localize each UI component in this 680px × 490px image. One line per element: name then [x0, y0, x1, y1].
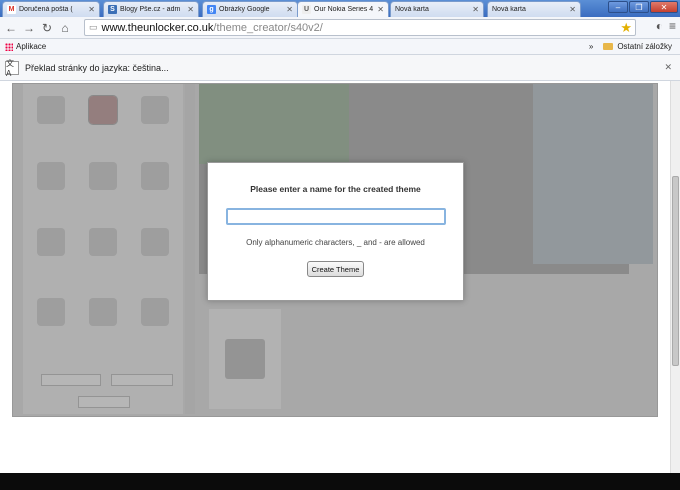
address-bar[interactable]: ▭ www.theunlocker.co.uk/theme_creator/s4…: [84, 19, 636, 36]
close-window-icon[interactable]: ✕: [650, 1, 678, 13]
scrollbar-thumb[interactable]: [672, 176, 679, 366]
reload-icon[interactable]: ↻: [38, 21, 56, 35]
tab-google-images[interactable]: g Obrázky Google ✕: [202, 1, 298, 17]
tab-close-icon[interactable]: ✕: [286, 5, 293, 14]
bookmarks-bar: Aplikace » Ostatní záložky: [0, 39, 680, 55]
theme-name-dialog: Please enter a name for the created them…: [207, 162, 464, 301]
apps-link[interactable]: Aplikace: [16, 42, 46, 51]
tab-label: Our Nokia Series 4: [314, 6, 374, 13]
more-bookmarks-chevron[interactable]: »: [589, 42, 593, 51]
tab-new-2[interactable]: Nová karta ✕: [487, 1, 581, 17]
taskbar: [0, 473, 680, 490]
tab-close-icon[interactable]: ✕: [472, 5, 479, 14]
folder-icon: [603, 43, 614, 50]
tab-close-icon[interactable]: ✕: [88, 5, 95, 14]
apps-icon: [5, 42, 13, 51]
blog-icon: S: [108, 5, 117, 14]
tab-label: Blogy Pše.cz - adm: [120, 6, 181, 13]
tab-label: Nová karta: [492, 6, 526, 13]
tab-blog[interactable]: S Blogy Pše.cz - adm ✕: [103, 1, 199, 17]
other-bookmarks[interactable]: » Ostatní záložky: [589, 42, 672, 51]
browser-toolbar: ← → ↻ ⌂ ▭ www.theunlocker.co.uk/theme_cr…: [0, 17, 680, 39]
home-icon[interactable]: ⌂: [56, 21, 74, 35]
tab-close-icon[interactable]: ✕: [187, 5, 194, 14]
gmail-icon: M: [7, 5, 16, 14]
page-scrollbar[interactable]: [670, 81, 680, 473]
page-icon: ▭: [89, 22, 98, 32]
tab-label: Doručená pošta (: [19, 6, 73, 13]
translate-message: Překlad stránky do jazyka: čeština...: [25, 62, 169, 73]
minimize-icon[interactable]: –: [608, 1, 628, 13]
extension-icon[interactable]: ◐: [656, 19, 663, 33]
menu-icon[interactable]: ≡: [669, 19, 676, 33]
translate-bar: 文A Překlad stránky do jazyka: čeština...…: [0, 55, 680, 81]
url-host: www.theunlocker.co.uk: [101, 21, 214, 34]
theme-name-input[interactable]: [225, 208, 446, 225]
google-icon: g: [207, 5, 216, 14]
back-icon[interactable]: ←: [2, 21, 20, 35]
dialog-hint: Only alphanumeric characters, _ and - ar…: [246, 238, 425, 247]
tab-strip: M Doručená pošta ( ✕ S Blogy Pše.cz - ad…: [0, 0, 680, 17]
dialog-title: Please enter a name for the created them…: [250, 184, 421, 194]
tab-label: Obrázky Google: [219, 6, 270, 13]
unlocker-icon: U: [302, 5, 311, 14]
tab-new-1[interactable]: Nová karta ✕: [390, 1, 484, 17]
create-theme-button[interactable]: Create Theme: [306, 261, 365, 277]
other-bookmarks-label: Ostatní záložky: [617, 42, 672, 51]
tab-gmail[interactable]: M Doručená pošta ( ✕: [2, 1, 100, 17]
close-icon[interactable]: ✕: [664, 62, 672, 73]
window-controls: – ❐ ✕: [608, 1, 678, 13]
translate-icon: 文A: [5, 59, 19, 78]
maximize-icon[interactable]: ❐: [629, 1, 649, 13]
bookmark-star-icon[interactable]: ★: [620, 20, 632, 36]
tab-close-icon[interactable]: ✕: [377, 5, 384, 14]
tab-label: Nová karta: [395, 6, 429, 13]
toolbar-right: ◐ ≡: [656, 19, 676, 33]
tab-close-icon[interactable]: ✕: [569, 5, 576, 14]
forward-icon[interactable]: →: [20, 21, 38, 35]
tab-nokia-series[interactable]: U Our Nokia Series 4 ✕: [297, 1, 389, 17]
url-path: /theme_creator/s40v2/: [213, 21, 323, 34]
